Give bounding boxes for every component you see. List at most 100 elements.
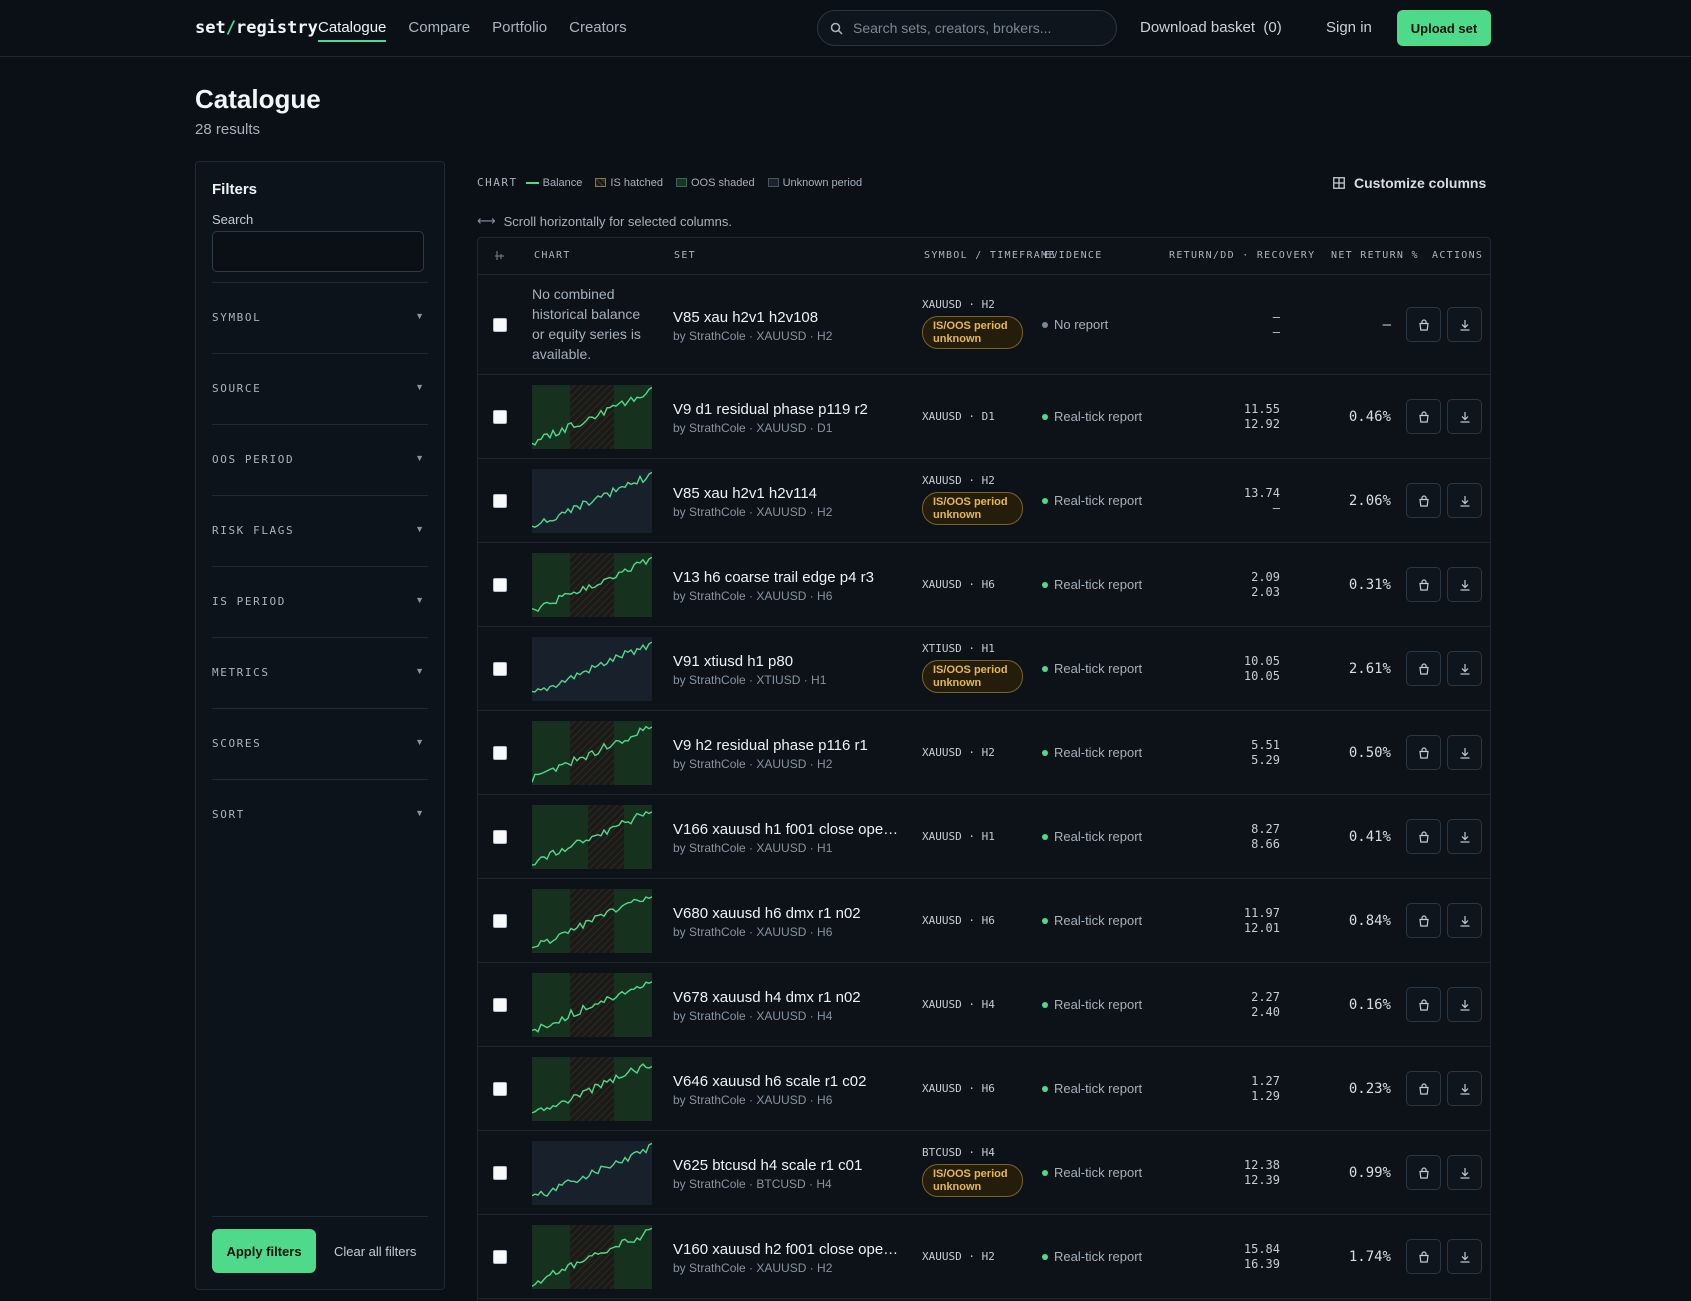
table-row[interactable]: V678 xauusd h4 dmx r1 n02 by StrathCole ·… — [478, 963, 1490, 1047]
nav-portfolio[interactable]: Portfolio — [492, 19, 547, 42]
set-name-link[interactable]: V646 xauusd h6 scale r1 c02 — [673, 1073, 903, 1090]
download-button[interactable] — [1447, 987, 1482, 1022]
filter-group-is-period[interactable]: IS PERIOD ▼ — [212, 566, 428, 637]
filter-search-input[interactable] — [212, 231, 424, 272]
row-checkbox[interactable] — [493, 1082, 507, 1096]
set-name-link[interactable]: V678 xauusd h4 dmx r1 n02 — [673, 989, 903, 1006]
clear-filters-button[interactable]: Clear all filters — [334, 1244, 416, 1259]
set-name-link[interactable]: V9 d1 residual phase p119 r2 — [673, 401, 903, 418]
evidence-status[interactable]: Real-tick report — [1042, 493, 1142, 508]
col-return-dd-recovery[interactable]: RETURN/DD · RECOVERY — [1169, 250, 1315, 261]
table-row[interactable]: No combined historical balance or equity… — [478, 275, 1490, 375]
table-row[interactable]: V85 xau h2v1 h2v114 by StrathCole · XAUUS… — [478, 459, 1490, 543]
row-checkbox[interactable] — [493, 662, 507, 676]
download-button[interactable] — [1447, 567, 1482, 602]
add-to-basket-button[interactable] — [1406, 651, 1441, 686]
balance-sparkline[interactable] — [532, 1057, 652, 1121]
filter-group-sort[interactable]: SORT ▼ — [212, 779, 428, 850]
row-checkbox[interactable] — [493, 914, 507, 928]
download-button[interactable] — [1447, 1071, 1482, 1106]
add-to-basket-button[interactable] — [1406, 483, 1441, 518]
add-to-basket-button[interactable] — [1406, 567, 1441, 602]
download-button[interactable] — [1447, 483, 1482, 518]
table-row[interactable]: V625 btcusd h4 scale r1 c01 by StrathCole… — [478, 1131, 1490, 1215]
table-row[interactable]: V166 xauusd h1 f001 close open ok by Stra… — [478, 795, 1490, 879]
row-checkbox[interactable] — [493, 318, 507, 332]
set-name-link[interactable]: V9 h2 residual phase p116 r1 — [673, 737, 903, 754]
balance-sparkline[interactable] — [532, 637, 652, 701]
row-checkbox[interactable] — [493, 830, 507, 844]
table-row[interactable]: V13 h6 coarse trail edge p4 r3 by StrathC… — [478, 543, 1490, 627]
add-to-basket-button[interactable] — [1406, 307, 1441, 342]
row-checkbox[interactable] — [493, 578, 507, 592]
download-button[interactable] — [1447, 651, 1482, 686]
download-basket-button[interactable]: Download basket (0) — [1140, 19, 1282, 36]
global-search[interactable] — [817, 10, 1117, 46]
table-row[interactable]: V680 xauusd h6 dmx r1 n02 by StrathCole ·… — [478, 879, 1490, 963]
balance-sparkline[interactable] — [532, 553, 652, 617]
download-button[interactable] — [1447, 903, 1482, 938]
add-to-basket-button[interactable] — [1406, 1071, 1441, 1106]
table-row[interactable]: V91 xtiusd h1 p80 by StrathCole · XTIUSD … — [478, 627, 1490, 711]
col-net-return[interactable]: NET RETURN % — [1331, 250, 1419, 261]
evidence-status[interactable]: Real-tick report — [1042, 913, 1142, 928]
download-button[interactable] — [1447, 307, 1482, 342]
filter-group-scores[interactable]: SCORES ▼ — [212, 708, 428, 779]
add-to-basket-button[interactable] — [1406, 735, 1441, 770]
download-button[interactable] — [1447, 735, 1482, 770]
evidence-status[interactable]: Real-tick report — [1042, 1165, 1142, 1180]
download-button[interactable] — [1447, 399, 1482, 434]
set-name-link[interactable]: V91 xtiusd h1 p80 — [673, 653, 903, 670]
row-checkbox[interactable] — [493, 410, 507, 424]
nav-compare[interactable]: Compare — [408, 19, 470, 42]
add-to-basket-button[interactable] — [1406, 1239, 1441, 1274]
table-row[interactable]: V9 h2 residual phase p116 r1 by StrathCol… — [478, 711, 1490, 795]
set-name-link[interactable]: V160 xauusd h2 f001 close open ok — [673, 1241, 903, 1258]
balance-sparkline[interactable] — [532, 385, 652, 449]
sign-in-link[interactable]: Sign in — [1326, 19, 1372, 36]
row-checkbox[interactable] — [493, 1166, 507, 1180]
row-checkbox[interactable] — [493, 998, 507, 1012]
balance-sparkline[interactable] — [532, 469, 652, 533]
download-button[interactable] — [1447, 1155, 1482, 1190]
col-symbol-timeframe[interactable]: SYMBOL / TIMEFRAME — [924, 250, 1056, 261]
evidence-status[interactable]: Real-tick report — [1042, 745, 1142, 760]
evidence-status[interactable]: Real-tick report — [1042, 661, 1142, 676]
add-to-basket-button[interactable] — [1406, 399, 1441, 434]
evidence-status[interactable]: Real-tick report — [1042, 1249, 1142, 1264]
table-row[interactable]: V160 xauusd h2 f001 close open ok by Stra… — [478, 1215, 1490, 1299]
set-name-link[interactable]: V625 btcusd h4 scale r1 c01 — [673, 1157, 903, 1174]
add-to-basket-button[interactable] — [1406, 987, 1441, 1022]
download-button[interactable] — [1447, 819, 1482, 854]
filter-group-symbol[interactable]: SYMBOL ▼ — [212, 282, 428, 353]
balance-sparkline[interactable] — [532, 721, 652, 785]
upload-set-button[interactable]: Upload set — [1397, 10, 1491, 46]
download-button[interactable] — [1447, 1239, 1482, 1274]
set-name-link[interactable]: V85 xau h2v1 h2v114 — [673, 485, 903, 502]
filter-group-source[interactable]: SOURCE ▼ — [212, 353, 428, 424]
evidence-status[interactable]: Real-tick report — [1042, 1081, 1142, 1096]
balance-sparkline[interactable] — [532, 973, 652, 1037]
filter-group-oos-period[interactable]: OOS PERIOD ▼ — [212, 424, 428, 495]
filter-group-risk-flags[interactable]: RISK FLAGS ▼ — [212, 495, 428, 566]
add-to-basket-button[interactable] — [1406, 1155, 1441, 1190]
balance-sparkline[interactable] — [532, 889, 652, 953]
row-checkbox[interactable] — [493, 494, 507, 508]
apply-filters-button[interactable]: Apply filters — [212, 1229, 316, 1273]
column-sort-icon[interactable] — [494, 250, 505, 261]
evidence-status[interactable]: Real-tick report — [1042, 577, 1142, 592]
add-to-basket-button[interactable] — [1406, 819, 1441, 854]
search-input[interactable] — [853, 20, 1103, 36]
col-set[interactable]: SET — [674, 250, 696, 261]
logo[interactable]: set/registry — [195, 18, 318, 38]
table-row[interactable]: V9 d1 residual phase p119 r2 by StrathCol… — [478, 375, 1490, 459]
set-name-link[interactable]: V166 xauusd h1 f001 close open ok — [673, 821, 903, 838]
set-name-link[interactable]: V85 xau h2v1 h2v108 — [673, 309, 903, 326]
balance-sparkline[interactable] — [532, 1141, 652, 1205]
row-checkbox[interactable] — [493, 1250, 507, 1264]
evidence-status[interactable]: Real-tick report — [1042, 829, 1142, 844]
balance-sparkline[interactable] — [532, 1225, 652, 1289]
col-chart[interactable]: CHART — [534, 250, 571, 261]
filter-group-metrics[interactable]: METRICS ▼ — [212, 637, 428, 708]
evidence-status[interactable]: Real-tick report — [1042, 997, 1142, 1012]
